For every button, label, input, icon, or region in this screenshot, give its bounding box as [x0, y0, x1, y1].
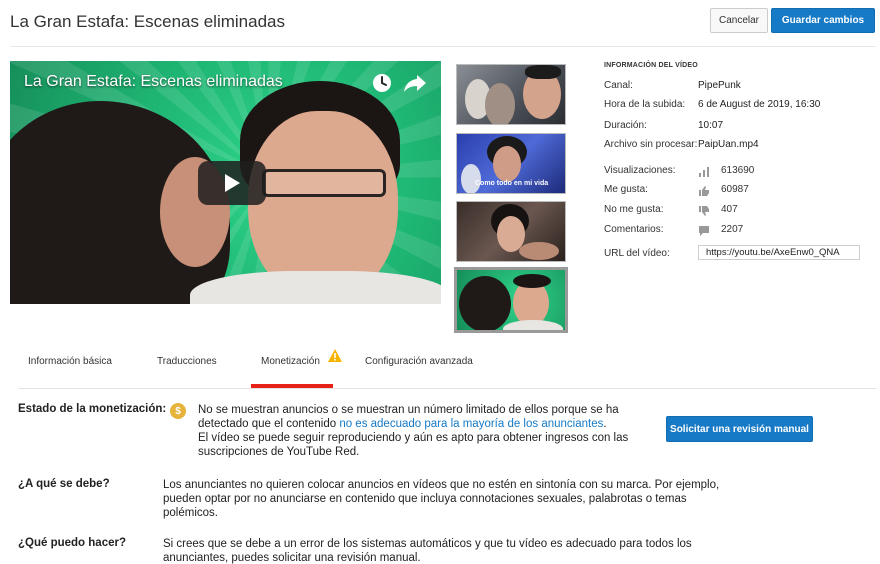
shirt [190, 271, 441, 304]
comment-icon [699, 226, 709, 236]
why-label: ¿A qué se debe? [18, 478, 110, 490]
video-overlay-title[interactable]: La Gran Estafa: Escenas eliminadas [24, 73, 283, 91]
info-row-duration: Duración: 10:07 [604, 120, 874, 134]
info-row-raw-file: Archivo sin procesar: PaipUan.mp4 [604, 139, 874, 153]
views-value: 613690 [721, 165, 755, 176]
dollar-icon: $ [170, 403, 186, 419]
raw-file-label: Archivo sin procesar: [604, 139, 698, 150]
what-can-i-do-text: Si crees que se debe a un error de los s… [163, 538, 692, 564]
upload-time-value: 6 de August de 2019, 16:30 [698, 99, 821, 110]
duration-value: 10:07 [698, 120, 724, 131]
request-manual-review-button[interactable]: Solicitar una revisión manual [666, 416, 813, 442]
clock-icon[interactable] [371, 72, 393, 94]
bar-chart-icon [699, 167, 709, 177]
video-url-field[interactable] [698, 245, 860, 260]
tab-monetization[interactable]: Monetización [261, 356, 320, 367]
channel-value[interactable]: PipePunk [698, 80, 741, 91]
info-row-dislikes: No me gusta: 407 [604, 204, 874, 218]
save-button[interactable]: Guardar cambios [771, 8, 875, 33]
views-label: Visualizaciones: [604, 165, 676, 176]
video-player[interactable]: La Gran Estafa: Escenas eliminadas [10, 61, 441, 304]
play-icon [225, 174, 240, 192]
glasses [262, 169, 386, 197]
video-info-heading: INFORMACIÓN DEL VÍDEO [604, 62, 698, 69]
info-row-channel: Canal: PipePunk [604, 80, 874, 94]
info-row-url: URL del vídeo: [604, 245, 874, 262]
page-header: La Gran Estafa: Escenas eliminadas Cance… [0, 0, 880, 46]
monetization-text-part2: . [603, 418, 607, 430]
thumbnail-option-4-selected[interactable] [454, 267, 568, 333]
play-button[interactable] [198, 161, 266, 205]
tab-translations[interactable]: Traducciones [157, 356, 217, 367]
upload-time-label: Hora de la subida: [604, 99, 686, 110]
info-row-upload: Hora de la subida: 6 de August de 2019, … [604, 99, 874, 113]
duration-label: Duración: [604, 120, 647, 131]
tab-bar: Información básica Traducciones Monetiza… [10, 340, 876, 390]
monetization-status-text: No se muestran anuncios o se muestran un… [198, 403, 648, 459]
likes-value: 60987 [721, 184, 749, 195]
page-title: La Gran Estafa: Escenas eliminadas [10, 12, 285, 31]
channel-label: Canal: [604, 80, 633, 91]
comments-value: 2207 [721, 224, 744, 235]
thumbnail-option-1[interactable] [456, 64, 566, 125]
share-icon[interactable] [403, 72, 427, 94]
video-url-label: URL del vídeo: [604, 248, 670, 259]
why-text: Los anunciantes no quieren colocar anunc… [163, 479, 720, 519]
what-can-i-do-label: ¿Qué puedo hacer? [18, 537, 126, 549]
not-suitable-link[interactable]: no es adecuado para la mayoría de los an… [339, 418, 603, 430]
raw-file-value: PaipUan.mp4 [698, 139, 759, 150]
thumbnail-option-3[interactable] [456, 201, 566, 262]
monetization-text-line2: El vídeo se puede seguir reproduciendo y… [198, 432, 629, 458]
header-divider [10, 46, 876, 47]
monetization-status-label: Estado de la monetización: [18, 403, 167, 415]
info-row-views: Visualizaciones: 613690 [604, 165, 874, 179]
info-row-likes: Me gusta: 60987 [604, 184, 874, 198]
cancel-button[interactable]: Cancelar [710, 8, 768, 33]
info-row-comments: Comentarios: 2207 [604, 224, 874, 238]
thumbnail-option-2[interactable]: Como todo en mi vida [456, 133, 566, 194]
dislikes-value: 407 [721, 204, 738, 215]
tab-basic-info[interactable]: Información básica [28, 356, 112, 367]
thumbs-down-icon [699, 206, 709, 216]
thumbs-up-icon [699, 186, 709, 196]
likes-label: Me gusta: [604, 184, 648, 195]
thumbnail-caption: Como todo en mi vida [475, 180, 549, 187]
tab-advanced-settings[interactable]: Configuración avanzada [365, 356, 473, 367]
comments-label: Comentarios: [604, 224, 664, 235]
tabs-divider [18, 388, 876, 389]
dislikes-label: No me gusta: [604, 204, 664, 215]
warning-icon [328, 349, 342, 362]
